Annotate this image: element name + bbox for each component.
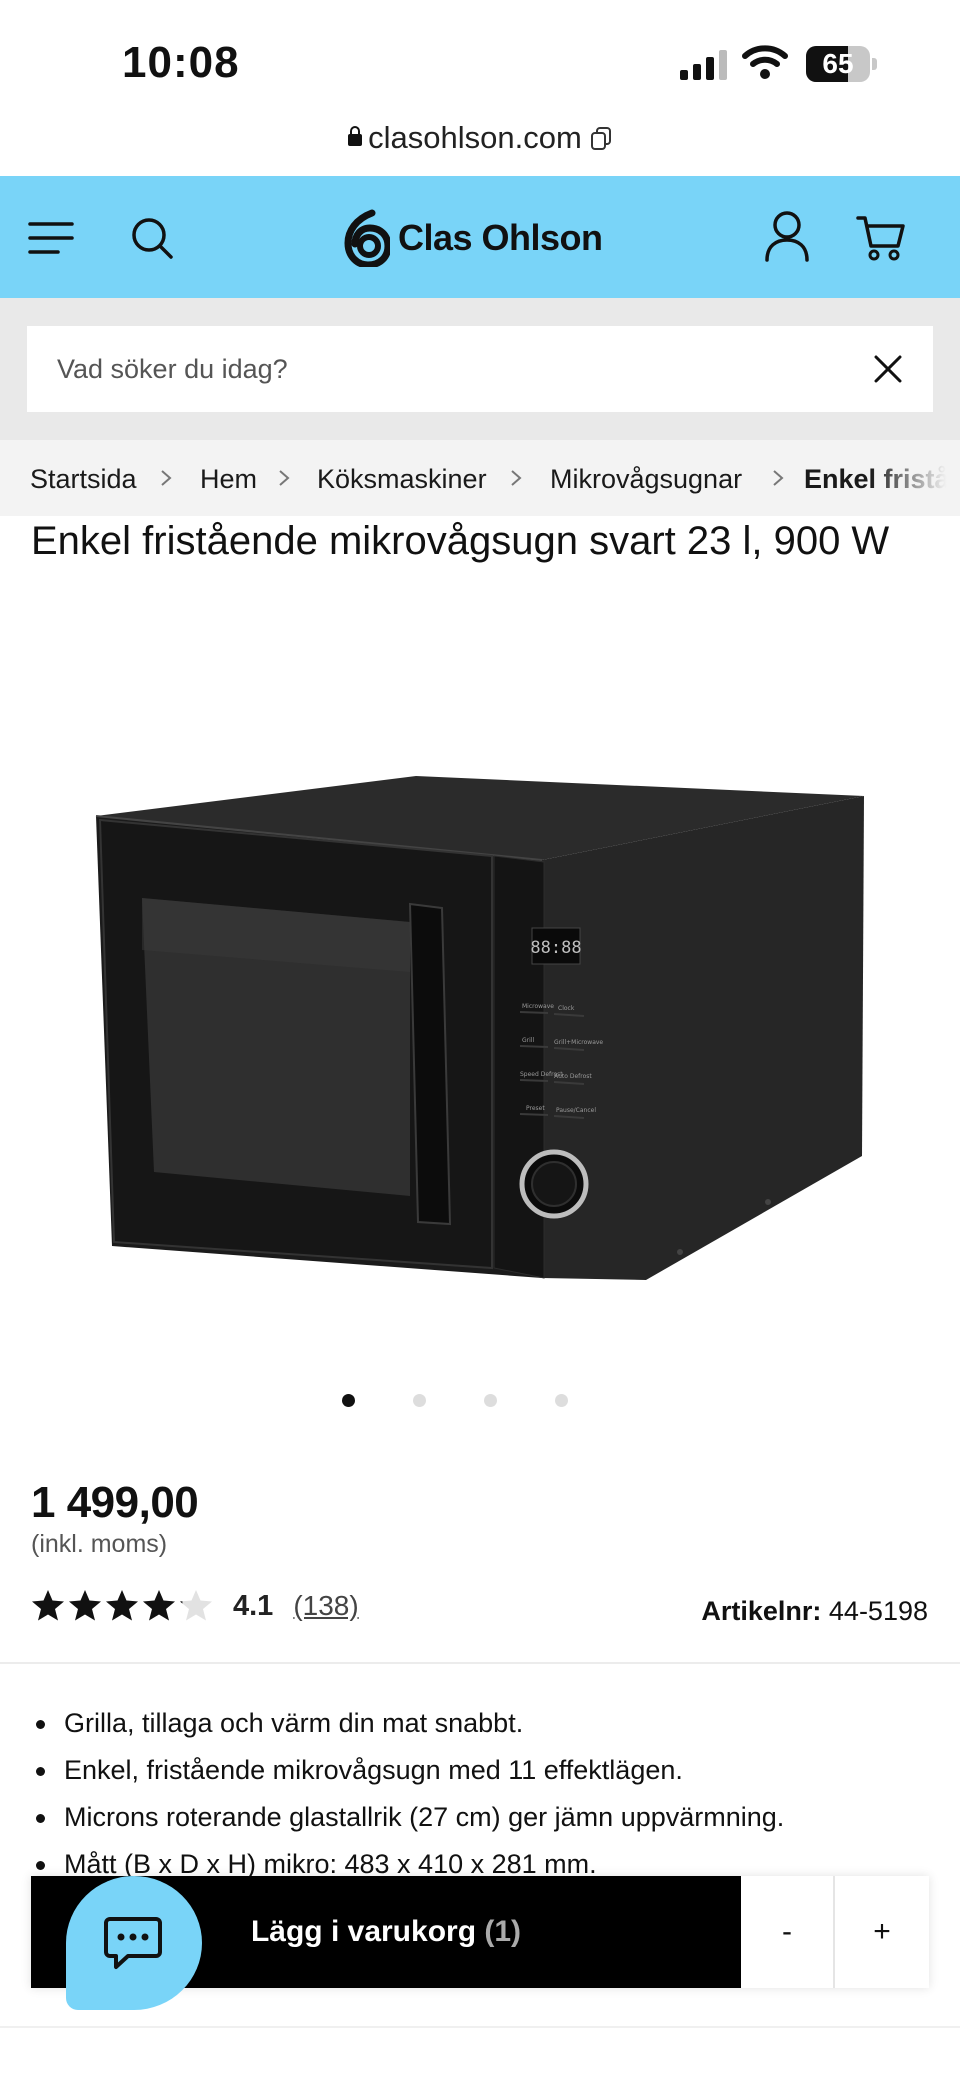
divider <box>0 1662 960 1664</box>
status-bar: 10:08 65 <box>0 0 960 120</box>
search-box <box>27 326 933 412</box>
breadcrumb-item-mikrovagsugnar[interactable]: Mikrovågsugnar <box>550 464 742 495</box>
user-icon[interactable] <box>764 210 810 262</box>
rating[interactable]: 4.1 (138) <box>31 1588 359 1624</box>
chevron-right-icon <box>773 470 784 486</box>
wifi-icon <box>742 45 788 79</box>
star-rating <box>31 1589 213 1623</box>
rating-score: 4.1 <box>233 1589 274 1622</box>
breadcrumb-item-startsida[interactable]: Startsida <box>30 464 137 495</box>
product-title: Enkel fristående mikrovågsugn svart 23 l… <box>31 519 890 563</box>
panel-label-grill: Grill <box>522 1037 534 1044</box>
panel-label-clock: Clock <box>558 1005 575 1012</box>
cellular-signal-icon <box>680 50 727 80</box>
pagination-dot-1[interactable] <box>342 1394 355 1407</box>
product-image[interactable]: 88:88 Microwave Clock Grill Grill+Microw… <box>80 760 880 1320</box>
product-price: 1 499,00 <box>31 1478 199 1527</box>
panel-label-grill-microwave: Grill+Microwave <box>554 1039 603 1046</box>
menu-icon[interactable] <box>28 220 74 256</box>
lock-icon <box>348 126 363 146</box>
increase-quantity-button[interactable]: + <box>835 1876 929 1988</box>
panel-label-pause-cancel: Pause/Cancel <box>556 1107 596 1114</box>
chat-button[interactable] <box>66 1876 202 2010</box>
vat-note: (inkl. moms) <box>31 1530 168 1558</box>
chevron-right-icon <box>511 470 522 486</box>
site-header: Clas Ohlson <box>0 176 960 298</box>
battery-percent: 65 <box>822 48 854 79</box>
address-bar[interactable]: clasohlson.com <box>0 120 960 176</box>
pagination-dot-2[interactable] <box>413 1394 426 1407</box>
decrease-quantity-button[interactable]: - <box>741 1876 835 1988</box>
review-count-link[interactable]: (138) <box>293 1590 358 1622</box>
breadcrumb-item-hem[interactable]: Hem <box>200 464 257 495</box>
article-number-label: Artikelnr: <box>701 1596 822 1626</box>
microwave-display: 88:88 <box>530 938 581 958</box>
breadcrumb-fade <box>870 440 960 516</box>
article-number: Artikelnr: 44-5198 <box>701 1596 928 1627</box>
search-input[interactable] <box>27 326 847 412</box>
cart-icon[interactable] <box>856 214 906 262</box>
article-number-value: 44-5198 <box>828 1596 928 1626</box>
clas-ohlson-logo-icon <box>344 209 390 267</box>
stars-icon <box>32 1590 212 1621</box>
cart-quantity: (1) <box>484 1915 522 1948</box>
search-icon[interactable] <box>130 216 174 260</box>
image-pagination <box>0 1390 960 1410</box>
battery-icon: 65 <box>806 46 877 82</box>
list-item: Microns roterande glastallrik (27 cm) ge… <box>30 1794 930 1841</box>
search-area <box>0 298 960 440</box>
feature-list: Grilla, tillaga och värm din mat snabbt.… <box>30 1700 930 1888</box>
brand-name: Clas Ohlson <box>398 217 603 258</box>
list-item: Enkel, fristående mikrovågsugn med 11 ef… <box>30 1747 930 1794</box>
add-to-cart-label: Lägg i varukorg <box>250 1915 477 1948</box>
chevron-right-icon <box>279 470 290 486</box>
chat-icon <box>104 1917 162 1969</box>
close-icon[interactable] <box>873 354 903 384</box>
pagination-dot-3[interactable] <box>484 1394 497 1407</box>
status-time: 10:08 <box>122 38 240 87</box>
divider <box>0 2026 960 2028</box>
chevron-right-icon <box>161 470 172 486</box>
copy-icon[interactable] <box>590 127 612 151</box>
brand-logo[interactable]: Clas Ohlson <box>344 208 603 268</box>
list-item: Grilla, tillaga och värm din mat snabbt. <box>30 1700 930 1747</box>
breadcrumb: Startsida Hem Köksmaskiner Mikrovågsugna… <box>0 440 960 516</box>
panel-label-preset: Preset <box>526 1105 545 1112</box>
url-text: clasohlson.com <box>368 120 582 155</box>
pagination-dot-4[interactable] <box>555 1394 568 1407</box>
breadcrumb-item-koksmaskiner[interactable]: Köksmaskiner <box>317 464 487 495</box>
panel-label-auto-defrost: Auto Defrost <box>554 1073 592 1080</box>
panel-label-microwave: Microwave <box>522 1003 554 1010</box>
